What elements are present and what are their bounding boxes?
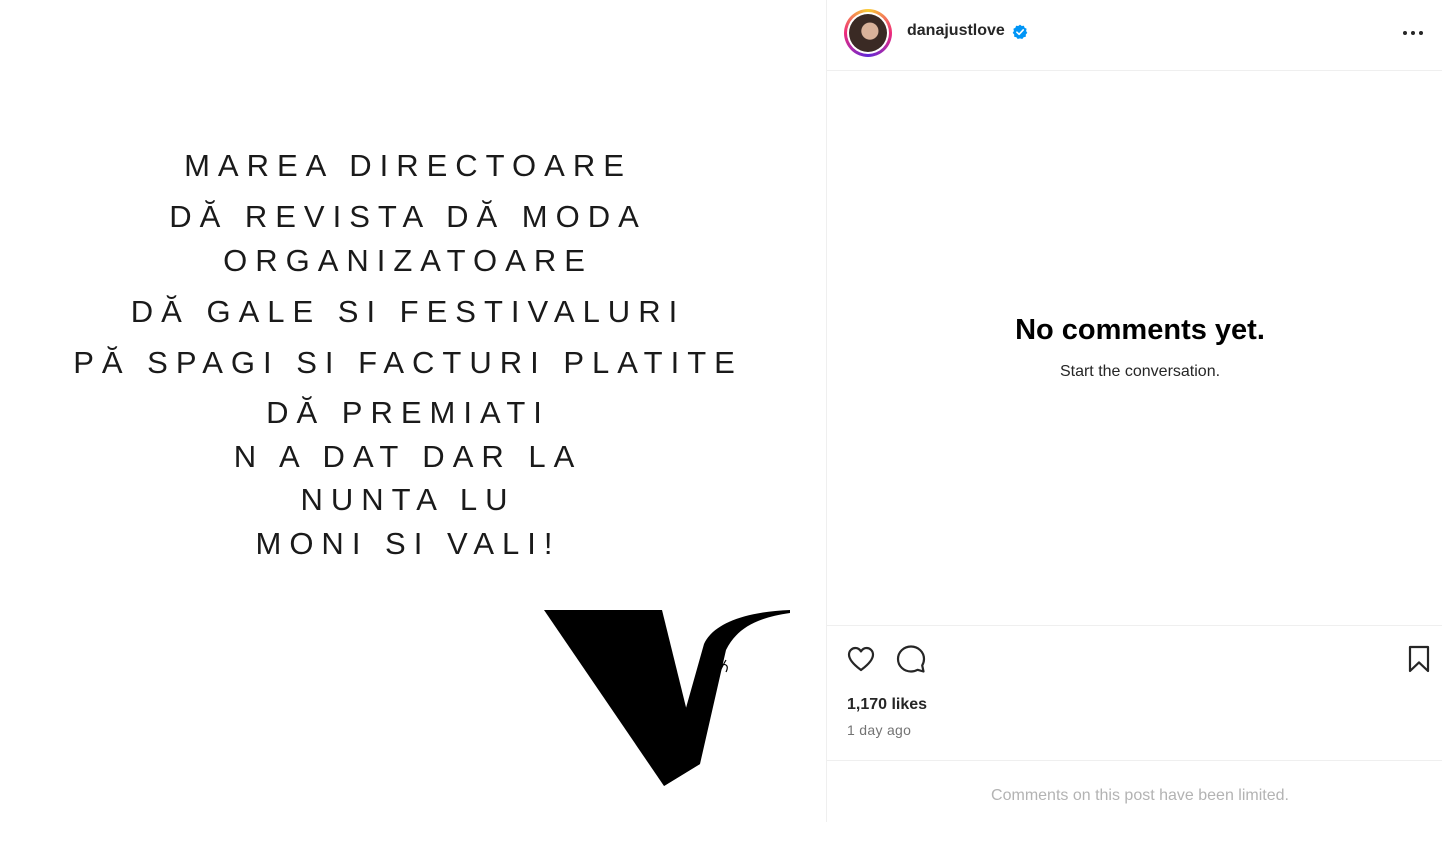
poem-line: DĂ REVISTA DĂ MODA	[169, 199, 647, 234]
comments-limited-text: Comments on this post have been limited.	[991, 787, 1289, 804]
post-header: danajustlove	[827, 0, 1442, 71]
post-actions: 1,170 likes 1 day ago	[827, 625, 1442, 761]
poem-line: MONI SI VALI!	[255, 526, 561, 561]
poem-line: ORGANIZATOARE	[223, 243, 593, 278]
poem-line: PĂ SPAGI SI FACTURI PLATITE	[73, 345, 743, 380]
poem-line: MAREA DIRECTOARE	[184, 148, 632, 183]
avatar[interactable]	[844, 9, 892, 57]
comments-area: No comments yet. Start the conversation.	[827, 71, 1442, 625]
poem-line: DĂ GALE SI FESTIVALURI	[130, 294, 686, 329]
poem-line: NUNTA LU	[300, 482, 516, 517]
comment-icon[interactable]	[895, 643, 927, 675]
no-comments-title: No comments yet.	[1015, 314, 1265, 346]
v-brand-logo	[544, 610, 790, 786]
start-conversation-text: Start the conversation.	[1059, 363, 1221, 380]
post-image[interactable]: MAREA DIRECTOARE DĂ REVISTA DĂ MODA ORGA…	[0, 0, 826, 822]
avatar-border	[847, 12, 889, 54]
bookmark-icon[interactable]	[1403, 643, 1435, 675]
more-options-icon[interactable]	[1400, 22, 1426, 44]
username-link[interactable]: danajustlove	[907, 22, 1005, 40]
avatar-photo	[849, 14, 887, 52]
post-sidebar: danajustlove No comments yet. Start the …	[827, 0, 1442, 822]
heart-icon[interactable]	[845, 643, 877, 675]
poem-line: DĂ PREMIATI	[266, 395, 550, 430]
verified-badge-icon	[1012, 24, 1028, 39]
post-timestamp[interactable]: 1 day ago	[847, 722, 911, 738]
comments-limited-bar: Comments on this post have been limited.	[827, 760, 1442, 823]
post-modal: MAREA DIRECTOARE DĂ REVISTA DĂ MODA ORGA…	[0, 0, 1442, 846]
poem-line: N A DAT DAR LA	[233, 439, 583, 474]
likes-count[interactable]: 1,170 likes	[847, 696, 927, 714]
